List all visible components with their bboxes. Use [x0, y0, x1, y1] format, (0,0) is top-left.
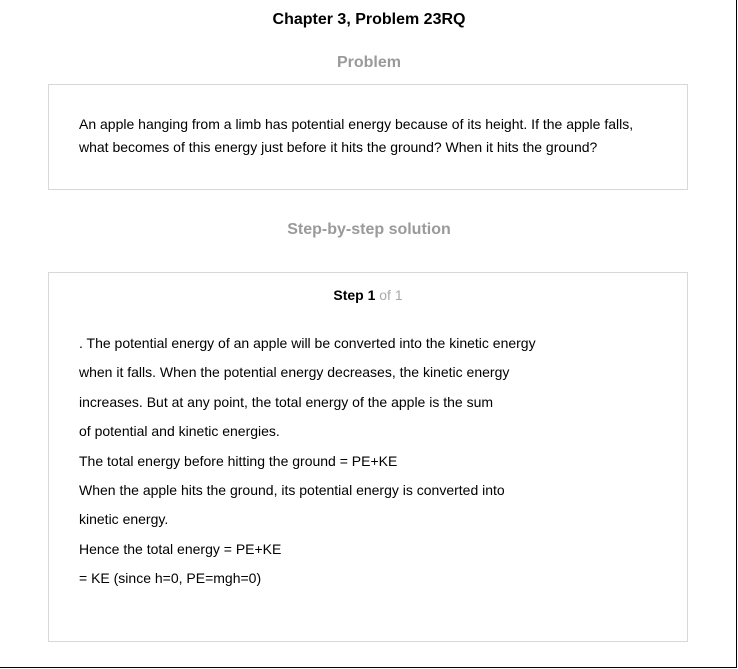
step-header: Step 1 of 1 [49, 287, 687, 303]
solution-line: of potential and kinetic energies. [79, 423, 280, 440]
problem-box: An apple hanging from a limb has potenti… [48, 84, 688, 190]
solution-line: Hence the total energy = PE+KE [79, 540, 282, 557]
step-label: Step 1 [333, 287, 376, 303]
solution-line: When the apple hits the ground, its pote… [79, 481, 505, 498]
solution-line: kinetic energy. [79, 511, 169, 528]
solution-heading: Step-by-step solution [287, 221, 451, 238]
chapter-title: Chapter 3, Problem 23RQ [272, 11, 466, 28]
solution-text: . The potential energy of an apple will … [79, 331, 639, 596]
step-count: of 1 [375, 287, 403, 303]
problem-text: An apple hanging from a limb has potenti… [79, 116, 634, 155]
problem-heading: Problem [336, 54, 401, 71]
solution-line: increases. But at any point, the total e… [79, 393, 494, 410]
solution-line: when it falls. When the potential energy… [79, 364, 510, 381]
solution-line: . The potential energy of an apple will … [79, 335, 536, 351]
solution-line: = KE (since h=0, PE=mgh=0) [79, 570, 262, 587]
solution-box: Step 1 of 1 . The potential energy of an… [48, 272, 688, 642]
solution-line: The total energy before hitting the grou… [79, 452, 398, 469]
